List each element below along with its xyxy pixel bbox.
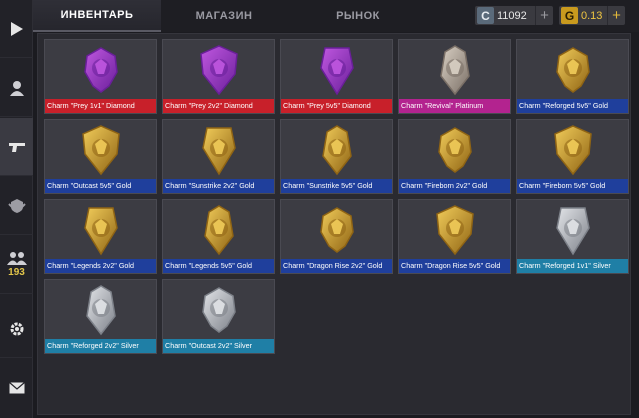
- inventory-item-label: Charm "Legends 2v2" Gold: [45, 259, 156, 273]
- mail-button[interactable]: [0, 359, 33, 417]
- inventory-item[interactable]: Charm "Dragon Rise 2v2" Gold: [280, 199, 393, 274]
- inventory-item[interactable]: Charm "Prey 5v5" Diamond: [280, 39, 393, 114]
- inventory-item[interactable]: Charm "Reforged 1v1" Silver: [516, 199, 629, 274]
- inventory-item-label: Charm "Sunstrike 2v2" Gold: [163, 179, 274, 193]
- fireborn-2v2-gold-charm-icon: [399, 120, 510, 179]
- outcast-5v5-gold-charm-icon: [45, 120, 156, 179]
- reforged-5v5-gold-charm-icon: [517, 40, 628, 99]
- inventory-item-label: Charm "Dragon Rise 5v5" Gold: [399, 259, 510, 273]
- inventory-grid: Charm "Prey 1v1" Diamond Charm "Prey 2v2"…: [44, 39, 629, 354]
- clan-icon: [7, 198, 26, 213]
- gold-value: 0.13: [581, 9, 603, 22]
- inventory-item[interactable]: Charm "Legends 5v5" Gold: [162, 199, 275, 274]
- inventory-item[interactable]: Charm "Outcast 5v5" Gold: [44, 119, 157, 194]
- reforged-2v2-silver-charm-icon: [45, 280, 156, 339]
- inventory-item[interactable]: Charm "Sunstrike 5v5" Gold: [280, 119, 393, 194]
- gold-display: G 0.13 +: [559, 6, 625, 25]
- dragon-rise-2v2-gold-charm-icon: [281, 200, 392, 259]
- profile-button[interactable]: [0, 59, 33, 117]
- inventory-item-label: Charm "Prey 1v1" Diamond: [45, 99, 156, 113]
- inventory-item[interactable]: Charm "Fireborn 5v5" Gold: [516, 119, 629, 194]
- inventory-item-label: Charm "Prey 2v2" Diamond: [163, 99, 274, 113]
- tab-market[interactable]: РЫНОК: [287, 0, 429, 32]
- weapons-button[interactable]: [0, 118, 33, 176]
- credits-value: 11092: [497, 9, 527, 22]
- gold-icon: G: [561, 7, 578, 24]
- fireborn-5v5-gold-charm-icon: [517, 120, 628, 179]
- inventory-item-label: Charm "Reforged 1v1" Silver: [517, 259, 628, 273]
- inventory-item[interactable]: Charm "Legends 2v2" Gold: [44, 199, 157, 274]
- dragon-rise-5v5-gold-charm-icon: [399, 200, 510, 259]
- inventory-item-label: Charm "Fireborn 2v2" Gold: [399, 179, 510, 193]
- inventory-item[interactable]: Charm "Revival" Platinum: [398, 39, 511, 114]
- inventory-item-label: Charm "Outcast 2v2" Silver: [163, 339, 274, 353]
- prey-1v1-diamond-charm-icon: [45, 40, 156, 99]
- legends-5v5-gold-charm-icon: [163, 200, 274, 259]
- weapon-icon: [8, 142, 25, 152]
- sunstrike-2v2-gold-charm-icon: [163, 120, 274, 179]
- inventory-panel: Charm "Prey 1v1" Diamond Charm "Prey 2v2"…: [37, 33, 631, 415]
- legends-2v2-gold-charm-icon: [45, 200, 156, 259]
- credits-icon: C: [477, 7, 494, 24]
- prey-2v2-diamond-charm-icon: [163, 40, 274, 99]
- inventory-item[interactable]: Charm "Prey 1v1" Diamond: [44, 39, 157, 114]
- inventory-item-label: Charm "Revival" Platinum: [399, 99, 510, 113]
- sunstrike-5v5-gold-charm-icon: [281, 120, 392, 179]
- settings-icon: [10, 322, 23, 335]
- inventory-item[interactable]: Charm "Fireborn 2v2" Gold: [398, 119, 511, 194]
- inventory-item[interactable]: Charm "Sunstrike 2v2" Gold: [162, 119, 275, 194]
- settings-button[interactable]: [0, 300, 33, 358]
- friends-count: 193: [8, 267, 25, 278]
- clan-button[interactable]: [0, 177, 33, 235]
- play-button[interactable]: [0, 0, 33, 58]
- inventory-item[interactable]: Charm "Outcast 2v2" Silver: [162, 279, 275, 354]
- inventory-item-label: Charm "Prey 5v5" Diamond: [281, 99, 392, 113]
- credits-display: C 11092 +: [475, 6, 553, 25]
- prey-5v5-diamond-charm-icon: [281, 40, 392, 99]
- inventory-item[interactable]: Charm "Reforged 2v2" Silver: [44, 279, 157, 354]
- inventory-item[interactable]: Charm "Prey 2v2" Diamond: [162, 39, 275, 114]
- tab-shop[interactable]: МАГАЗИН: [161, 0, 287, 32]
- revival-platinum-charm-icon: [399, 40, 510, 99]
- add-gold-button[interactable]: +: [607, 6, 625, 25]
- friends-icon: [6, 252, 27, 265]
- profile-icon: [9, 80, 24, 96]
- inventory-item[interactable]: Charm "Reforged 5v5" Gold: [516, 39, 629, 114]
- friends-button[interactable]: 193: [0, 236, 33, 294]
- inventory-item-label: Charm "Outcast 5v5" Gold: [45, 179, 156, 193]
- outcast-2v2-silver-charm-icon: [163, 280, 274, 339]
- left-sidebar: 193: [0, 0, 33, 418]
- add-credits-button[interactable]: +: [535, 6, 553, 25]
- reforged-1v1-silver-charm-icon: [517, 200, 628, 259]
- inventory-item-label: Charm "Reforged 5v5" Gold: [517, 99, 628, 113]
- inventory-item-label: Charm "Reforged 2v2" Silver: [45, 339, 156, 353]
- inventory-item-label: Charm "Dragon Rise 2v2" Gold: [281, 259, 392, 273]
- mail-icon: [8, 382, 25, 394]
- inventory-item-label: Charm "Legends 5v5" Gold: [163, 259, 274, 273]
- inventory-item-label: Charm "Sunstrike 5v5" Gold: [281, 179, 392, 193]
- inventory-item[interactable]: Charm "Dragon Rise 5v5" Gold: [398, 199, 511, 274]
- inventory-item-label: Charm "Fireborn 5v5" Gold: [517, 179, 628, 193]
- play-icon: [10, 21, 23, 36]
- tab-inventory[interactable]: ИНВЕНТАРЬ: [33, 0, 161, 32]
- top-bar: ИНВЕНТАРЬ МАГАЗИН РЫНОК C 11092 + G 0.13…: [33, 0, 639, 32]
